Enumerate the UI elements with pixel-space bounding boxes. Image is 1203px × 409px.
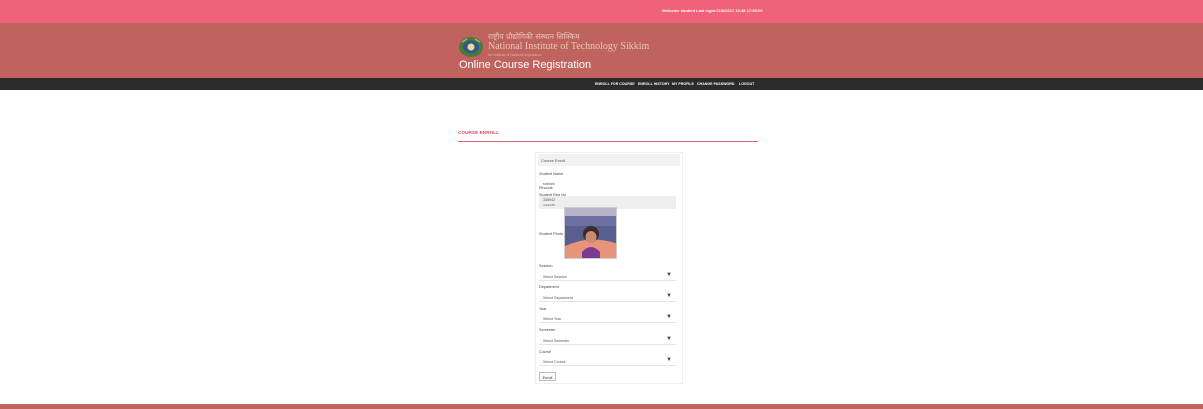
course-select[interactable]: Select Course [539,357,676,366]
course-label: Course [539,350,552,354]
nav-change-password[interactable]: CHANGE PASSWORD [697,82,734,86]
top-bar: Welcome student Last login:21/6/2017 13:… [0,0,1203,23]
form-heading-bar: Course Enroll [538,154,680,166]
nav-enroll-history[interactable]: ENROLL HISTORY [638,82,669,86]
student-photo [564,207,617,259]
pincode-label: Pincode [539,186,553,190]
year-select[interactable]: Select Year [539,314,676,323]
session-select[interactable]: Select Session [539,272,676,281]
main-nav: ENROLL FOR COURSE ENROLL HISTORY MY PROF… [0,78,1203,90]
enroll-button[interactable]: Enroll [539,372,556,381]
department-label: Department [539,285,559,289]
institute-logo [459,37,483,57]
student-name-label: Student Name [539,172,564,176]
year-chevron-down-icon: ▼ [666,314,672,320]
semester-label: Semester [539,328,556,332]
session-label: Session [539,264,553,268]
nav-my-profile[interactable]: MY PROFILE [672,82,694,86]
semester-chevron-down-icon: ▼ [666,336,672,342]
site-footer [0,404,1203,409]
course-chevron-down-icon: ▼ [666,357,672,363]
institute-subline: An Institute of National Importance [488,53,542,57]
year-label: Year [539,307,547,311]
title-divider [458,141,758,142]
site-header: राष्ट्रीय प्रौद्योगिकी संस्थान सिक्किम N… [0,23,1203,78]
semester-select[interactable]: Select Semester [539,336,676,345]
student-name-field[interactable]: sraham [539,180,676,188]
nav-enroll-for-course[interactable]: ENROLL FOR COURSE [595,82,635,86]
session-chevron-down-icon: ▼ [666,272,672,278]
welcome-text: Welcome student Last login:21/6/2017 13:… [662,8,763,13]
department-select[interactable]: Select Department [539,293,676,302]
page-title: COURSE ENROLL [458,130,500,135]
student-photo-label: Student Photo [539,232,564,236]
institute-name: National Institute of Technology Sikkim [488,41,650,52]
nav-logout[interactable]: LOGOUT [739,82,754,86]
form-heading: Course Enroll [541,157,566,163]
pincode-field[interactable]: 338942 [539,196,676,204]
department-chevron-down-icon: ▼ [666,293,672,299]
site-title: Online Course Registration [459,59,592,71]
